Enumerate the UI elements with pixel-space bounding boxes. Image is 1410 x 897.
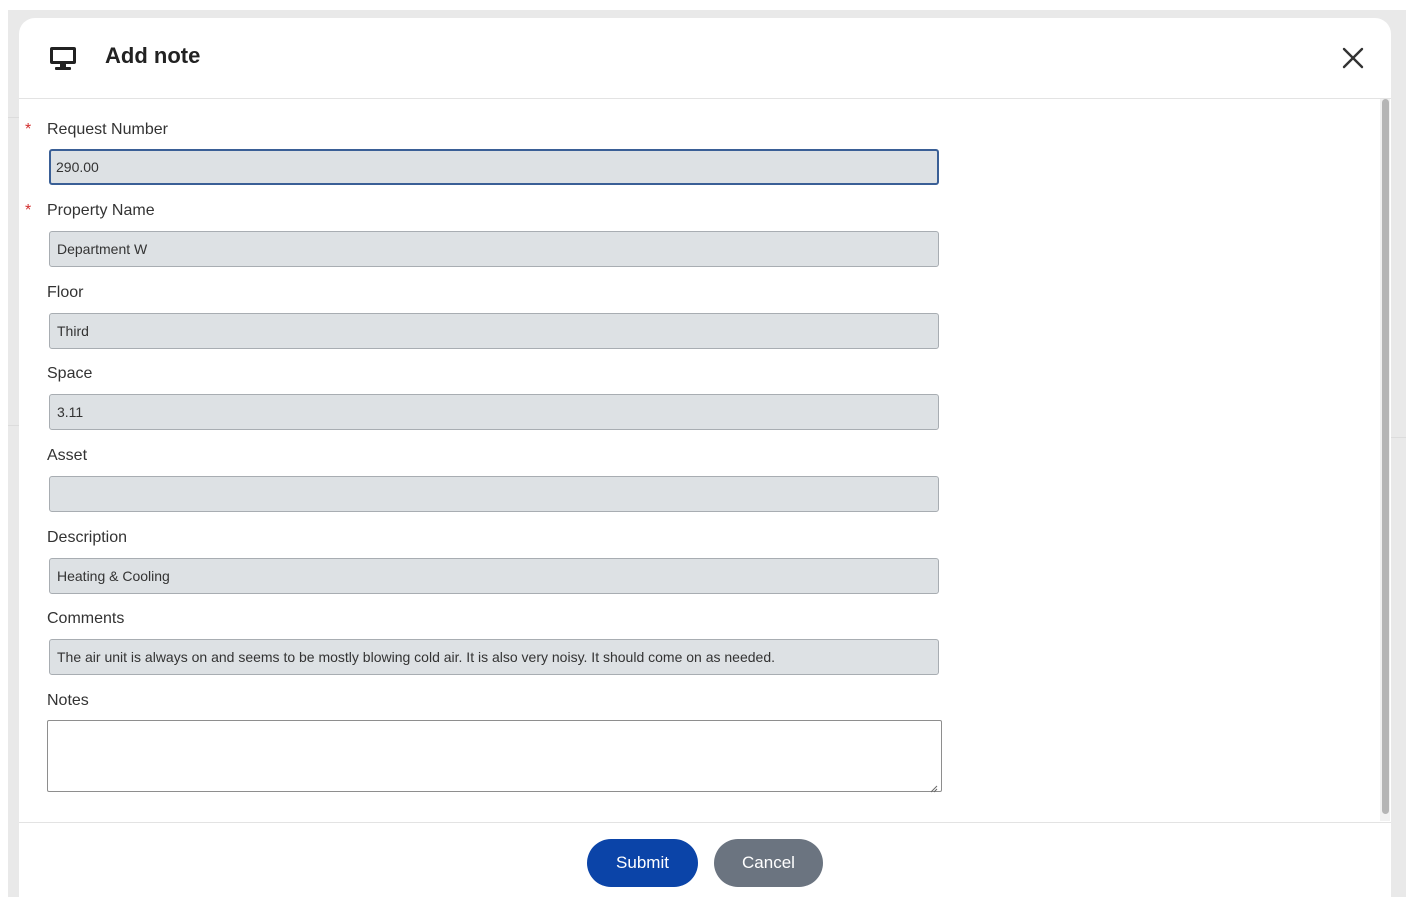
vertical-scrollbar[interactable] xyxy=(1380,99,1390,821)
space-field[interactable]: 3.11 xyxy=(49,394,939,430)
dialog-body: * Request Number 290.00 * Property Name … xyxy=(19,99,1391,821)
request-number-field[interactable]: 290.00 xyxy=(49,149,939,185)
dialog-header: Add note xyxy=(19,18,1391,99)
notes-textarea[interactable] xyxy=(47,720,942,793)
space-label: Space xyxy=(47,365,93,382)
floor-label: Floor xyxy=(47,284,84,301)
property-name-field[interactable]: Department W xyxy=(49,231,939,267)
asset-label: Asset xyxy=(47,447,88,464)
description-field[interactable]: Heating & Cooling xyxy=(49,558,939,594)
background-divider xyxy=(1390,437,1406,438)
property-name-label: Property Name xyxy=(47,202,155,219)
description-label: Description xyxy=(47,529,128,546)
add-note-dialog: Add note * Request Number 290.00 * Prope… xyxy=(19,18,1391,897)
asset-field[interactable] xyxy=(49,476,939,512)
submit-button[interactable]: Submit xyxy=(587,839,698,887)
request-number-label: Request Number xyxy=(47,121,168,138)
floor-field[interactable]: Third xyxy=(49,313,939,349)
monitor-icon xyxy=(49,46,77,72)
cancel-button[interactable]: Cancel xyxy=(714,839,823,887)
required-marker: * xyxy=(25,202,32,219)
comments-label: Comments xyxy=(47,610,125,627)
notes-label: Notes xyxy=(47,692,89,709)
close-icon[interactable] xyxy=(1339,44,1367,72)
scrollbar-thumb[interactable] xyxy=(1382,99,1389,814)
resize-grip-icon[interactable] xyxy=(930,780,938,793)
required-marker: * xyxy=(25,121,32,138)
dialog-footer: Submit Cancel xyxy=(19,822,1391,897)
dialog-title: Add note xyxy=(105,43,201,68)
comments-field[interactable]: The air unit is always on and seems to b… xyxy=(49,639,939,675)
